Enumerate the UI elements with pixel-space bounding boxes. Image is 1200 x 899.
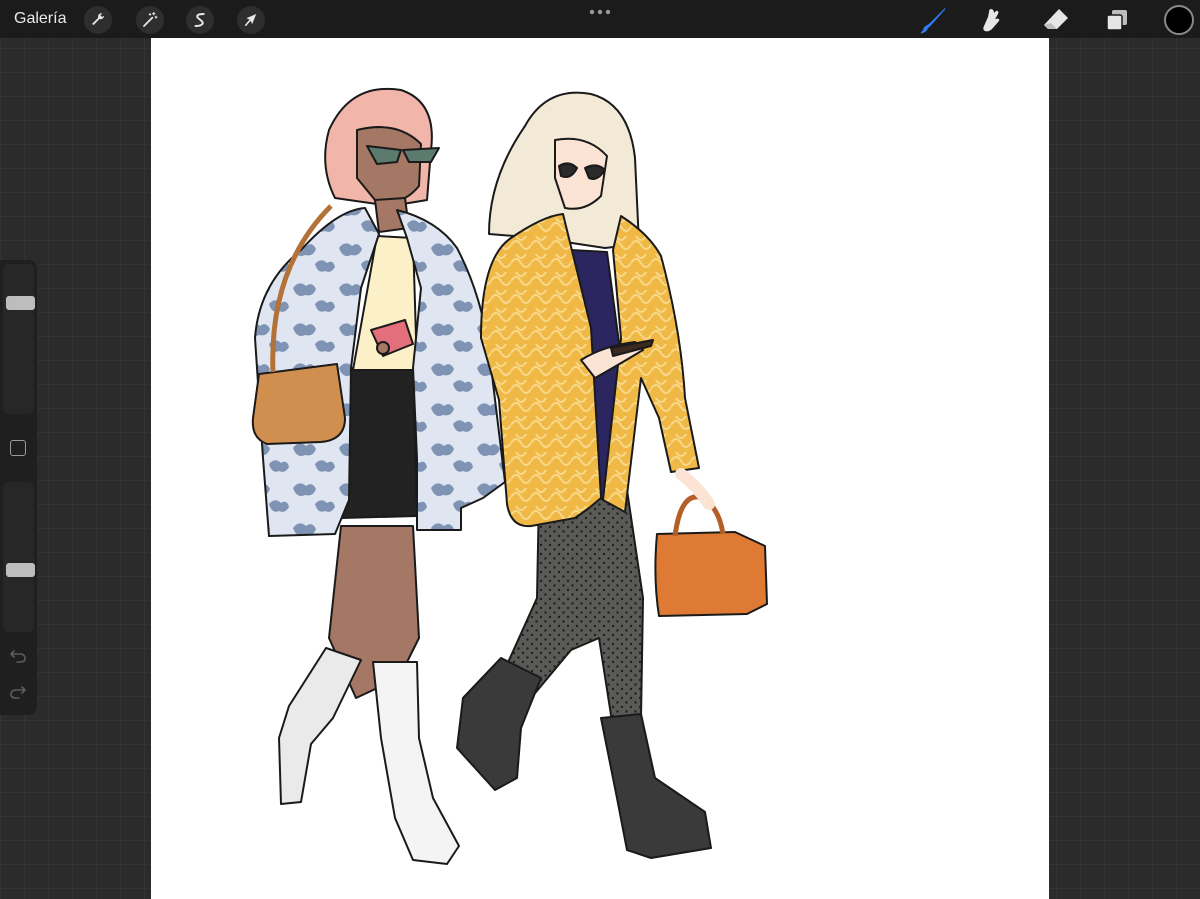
opacity-slider[interactable]	[3, 482, 35, 632]
brush-size-thumb[interactable]	[6, 296, 35, 311]
transform-arrow-icon	[244, 14, 257, 27]
right-woman-front-boot	[600, 713, 712, 859]
layers-icon	[1106, 10, 1127, 31]
left-woman-front-boot	[372, 661, 460, 865]
transform-button[interactable]	[237, 6, 265, 34]
redo-icon	[10, 686, 26, 699]
opacity-thumb[interactable]	[6, 562, 35, 577]
layers-button[interactable]	[1102, 5, 1132, 35]
right-woman-handbag	[654, 531, 768, 617]
selection-button[interactable]	[186, 6, 214, 34]
color-picker-swatch[interactable]	[1164, 5, 1194, 35]
smudge-tool-button[interactable]	[979, 5, 1009, 35]
adjustments-button[interactable]	[136, 6, 164, 34]
magic-wand-icon	[143, 11, 158, 27]
brush-icon	[920, 8, 946, 34]
actions-button[interactable]	[84, 6, 112, 34]
left-woman-face	[356, 126, 422, 204]
top-toolbar: Galería	[0, 0, 1200, 38]
right-woman-back-boot	[456, 657, 542, 791]
smudge-icon	[983, 9, 1000, 32]
redo-button[interactable]	[8, 683, 28, 701]
procreate-app: Galería	[0, 0, 1200, 899]
side-panel	[0, 260, 37, 715]
brush-size-slider[interactable]	[3, 264, 35, 414]
left-woman-back-boot	[278, 647, 362, 805]
brush-tool-button[interactable]	[918, 5, 948, 35]
more-options-icon[interactable]	[587, 6, 613, 18]
undo-icon	[10, 650, 26, 663]
eraser-tool-button[interactable]	[1041, 5, 1071, 35]
modify-square-icon[interactable]	[10, 440, 26, 456]
drawing-canvas[interactable]	[151, 38, 1049, 899]
gallery-button[interactable]: Galería	[14, 8, 66, 30]
fashion-illustration	[251, 87, 768, 865]
eraser-icon	[1044, 9, 1068, 29]
left-woman-shoulder-bag	[251, 363, 346, 445]
wrench-icon	[92, 13, 104, 26]
undo-button[interactable]	[8, 647, 28, 665]
selection-icon	[194, 13, 205, 27]
left-woman-skirt	[340, 365, 418, 519]
